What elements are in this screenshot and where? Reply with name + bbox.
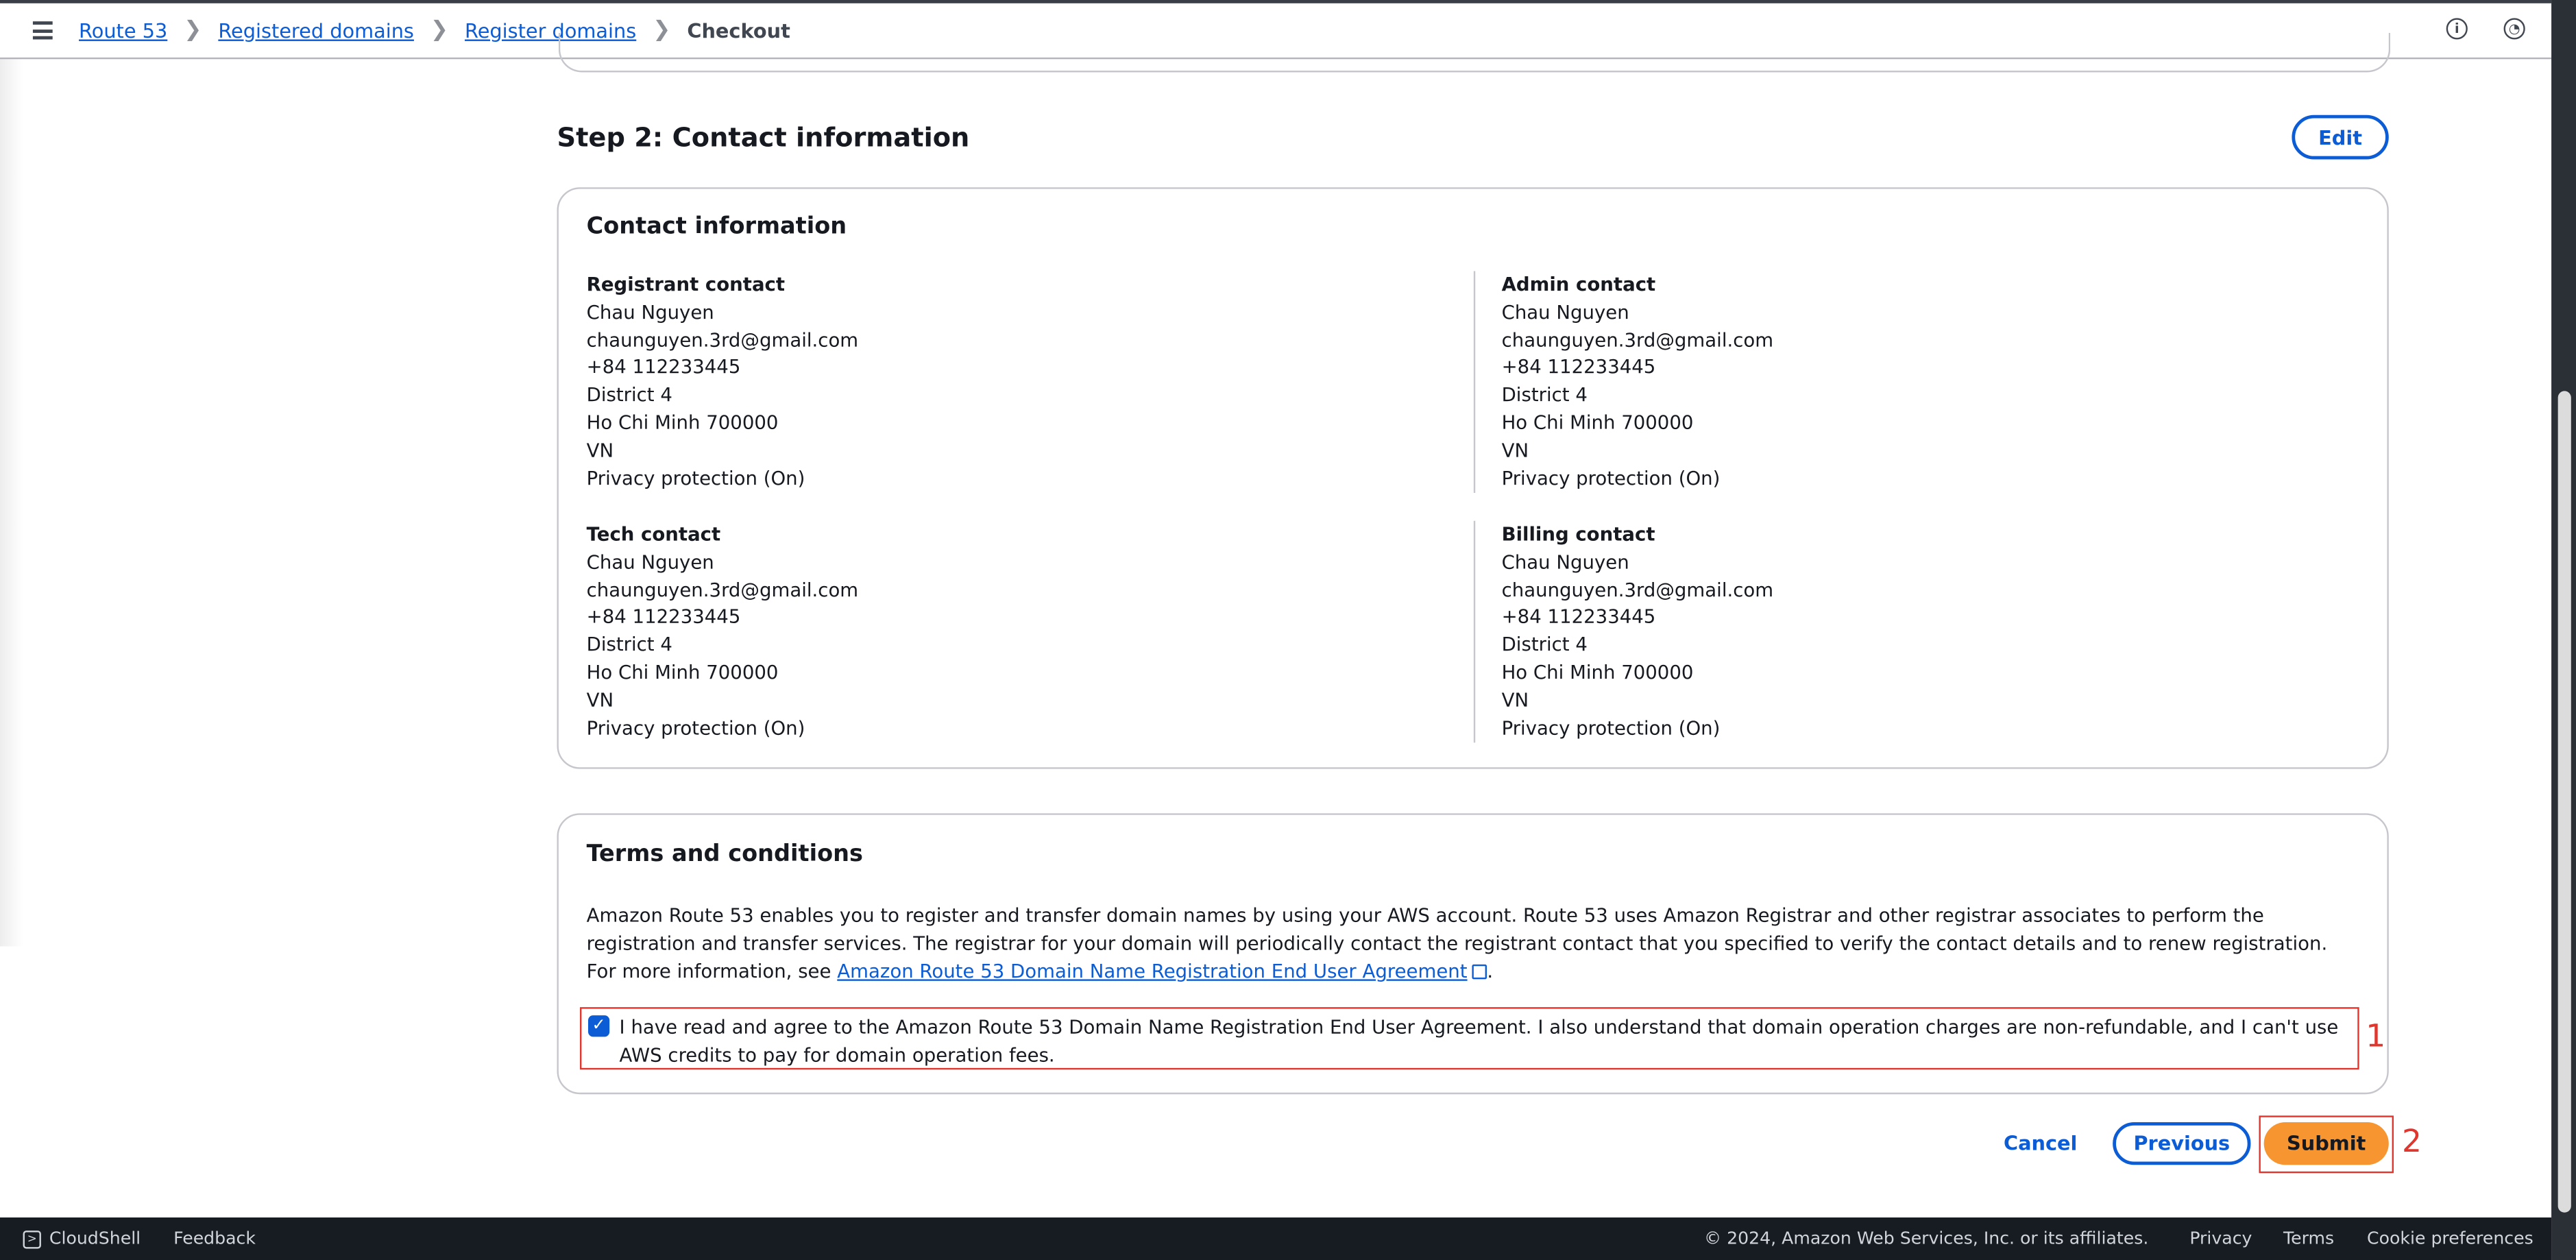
contact-line: Privacy protection (On) [1501, 465, 1721, 489]
contact-title: Billing contact [1501, 522, 1655, 546]
contact-block-billing: Billing contact Chau Nguyen chaunguyen.3rd… [1502, 521, 1774, 742]
contact-line: Ho Chi Minh 700000 [586, 411, 779, 434]
contact-line: +84 112233445 [1501, 355, 1656, 379]
terms-end: . [1487, 959, 1494, 983]
notifications-icon[interactable]: ◔ [2503, 18, 2525, 40]
agree-label: I have read and agree to the Amazon Rout… [619, 1015, 2339, 1067]
contact-line: +84 112233445 [1501, 605, 1656, 629]
copyright: © 2024, Amazon Web Services, Inc. or its… [1703, 1228, 2149, 1249]
contact-line: chaunguyen.3rd@gmail.com [586, 577, 859, 601]
scrollbar-thumb[interactable] [2557, 391, 2571, 1213]
contact-block-admin: Admin contact Chau Nguyen chaunguyen.3rd@g… [1502, 271, 1774, 492]
terms-card: Terms and conditions Amazon Route 53 ena… [557, 813, 2389, 1095]
contact-line: Chau Nguyen [586, 550, 714, 573]
info-icon[interactable]: i [2446, 18, 2468, 40]
footer: > CloudShell Feedback © 2024, Amazon Web … [0, 1217, 2552, 1260]
contact-line: chaunguyen.3rd@gmail.com [1501, 328, 1774, 351]
eula-link-text[interactable]: Amazon Route 53 Domain Name Registration… [837, 960, 1467, 983]
contact-line: chaunguyen.3rd@gmail.com [1501, 577, 1774, 601]
contact-line: +84 112233445 [586, 605, 741, 629]
contact-line: District 4 [1501, 633, 1588, 656]
contact-block-registrant: Registrant contact Chau Nguyen chaunguyen.… [587, 271, 859, 492]
contact-line: VN [586, 438, 614, 461]
contact-title: Registrant contact [586, 272, 786, 296]
cloudshell-label: CloudShell [49, 1228, 141, 1249]
breadcrumb-route53[interactable]: Route 53 [79, 19, 167, 43]
page: Route 53 ❯ Registered domains ❯ Register… [0, 0, 2576, 1260]
contact-line: Chau Nguyen [586, 300, 714, 324]
cookie-preferences-link[interactable]: Cookie preferences [2367, 1229, 2534, 1249]
chevron-right-icon: ❯ [184, 18, 202, 43]
contact-line: +84 112233445 [586, 355, 741, 379]
cloudshell-button[interactable]: > CloudShell [23, 1228, 141, 1249]
feedback-link[interactable]: Feedback [173, 1229, 256, 1249]
divider [1473, 271, 1476, 494]
terms-title: Terms and conditions [586, 841, 864, 868]
menu-icon[interactable] [32, 21, 53, 40]
contact-title: Admin contact [1501, 272, 1656, 296]
breadcrumb-registered-domains[interactable]: Registered domains [218, 19, 414, 43]
external-link-icon [1472, 964, 1487, 980]
eula-link[interactable]: Amazon Route 53 Domain Name Registration… [837, 960, 1487, 983]
contact-line: chaunguyen.3rd@gmail.com [586, 328, 859, 351]
panel-shadow [0, 59, 23, 947]
contact-block-tech: Tech contact Chau Nguyen chaunguyen.3rd@gm… [587, 521, 859, 742]
contact-line: Privacy protection (On) [586, 465, 805, 489]
contact-line: VN [586, 688, 614, 712]
contact-line: Ho Chi Minh 700000 [1501, 660, 1694, 683]
annotation-box-2 [2259, 1115, 2394, 1174]
contact-line: Privacy protection (On) [586, 715, 805, 739]
contact-information-card: Contact information Registrant contact Ch… [557, 187, 2389, 769]
terms-link[interactable]: Terms [2283, 1229, 2334, 1249]
previous-step-card [558, 32, 2391, 73]
contact-title: Tech contact [586, 522, 721, 546]
contact-line: District 4 [586, 383, 672, 407]
annotation-number-1: 1 [2366, 1018, 2386, 1055]
contact-line: Ho Chi Minh 700000 [586, 660, 779, 683]
contact-line: VN [1501, 688, 1529, 712]
agree-checkbox[interactable]: ✓ [588, 1015, 610, 1037]
previous-button[interactable]: Previous [2113, 1122, 2251, 1165]
contact-line: Chau Nguyen [1501, 300, 1629, 324]
contact-line: District 4 [1501, 383, 1588, 407]
privacy-link[interactable]: Privacy [2189, 1229, 2252, 1249]
annotation-box-1: ✓ I have read and agree to the Amazon Ro… [580, 1007, 2359, 1070]
contact-line: VN [1501, 438, 1529, 461]
edit-button[interactable]: Edit [2292, 114, 2389, 160]
contact-line: Privacy protection (On) [1501, 715, 1721, 739]
contact-line: District 4 [586, 633, 672, 656]
chevron-right-icon: ❯ [430, 18, 449, 43]
contact-line: Chau Nguyen [1501, 550, 1629, 573]
contact-line: Ho Chi Minh 700000 [1501, 411, 1694, 434]
divider [1473, 520, 1476, 743]
terms-body: Amazon Route 53 enables you to register … [587, 902, 2361, 986]
card-title: Contact information [586, 213, 847, 240]
annotation-number-2: 2 [2401, 1124, 2422, 1161]
step-title: Step 2: Contact information [557, 121, 970, 153]
cancel-button[interactable]: Cancel [1991, 1126, 2090, 1162]
terminal-icon: > [23, 1229, 41, 1248]
